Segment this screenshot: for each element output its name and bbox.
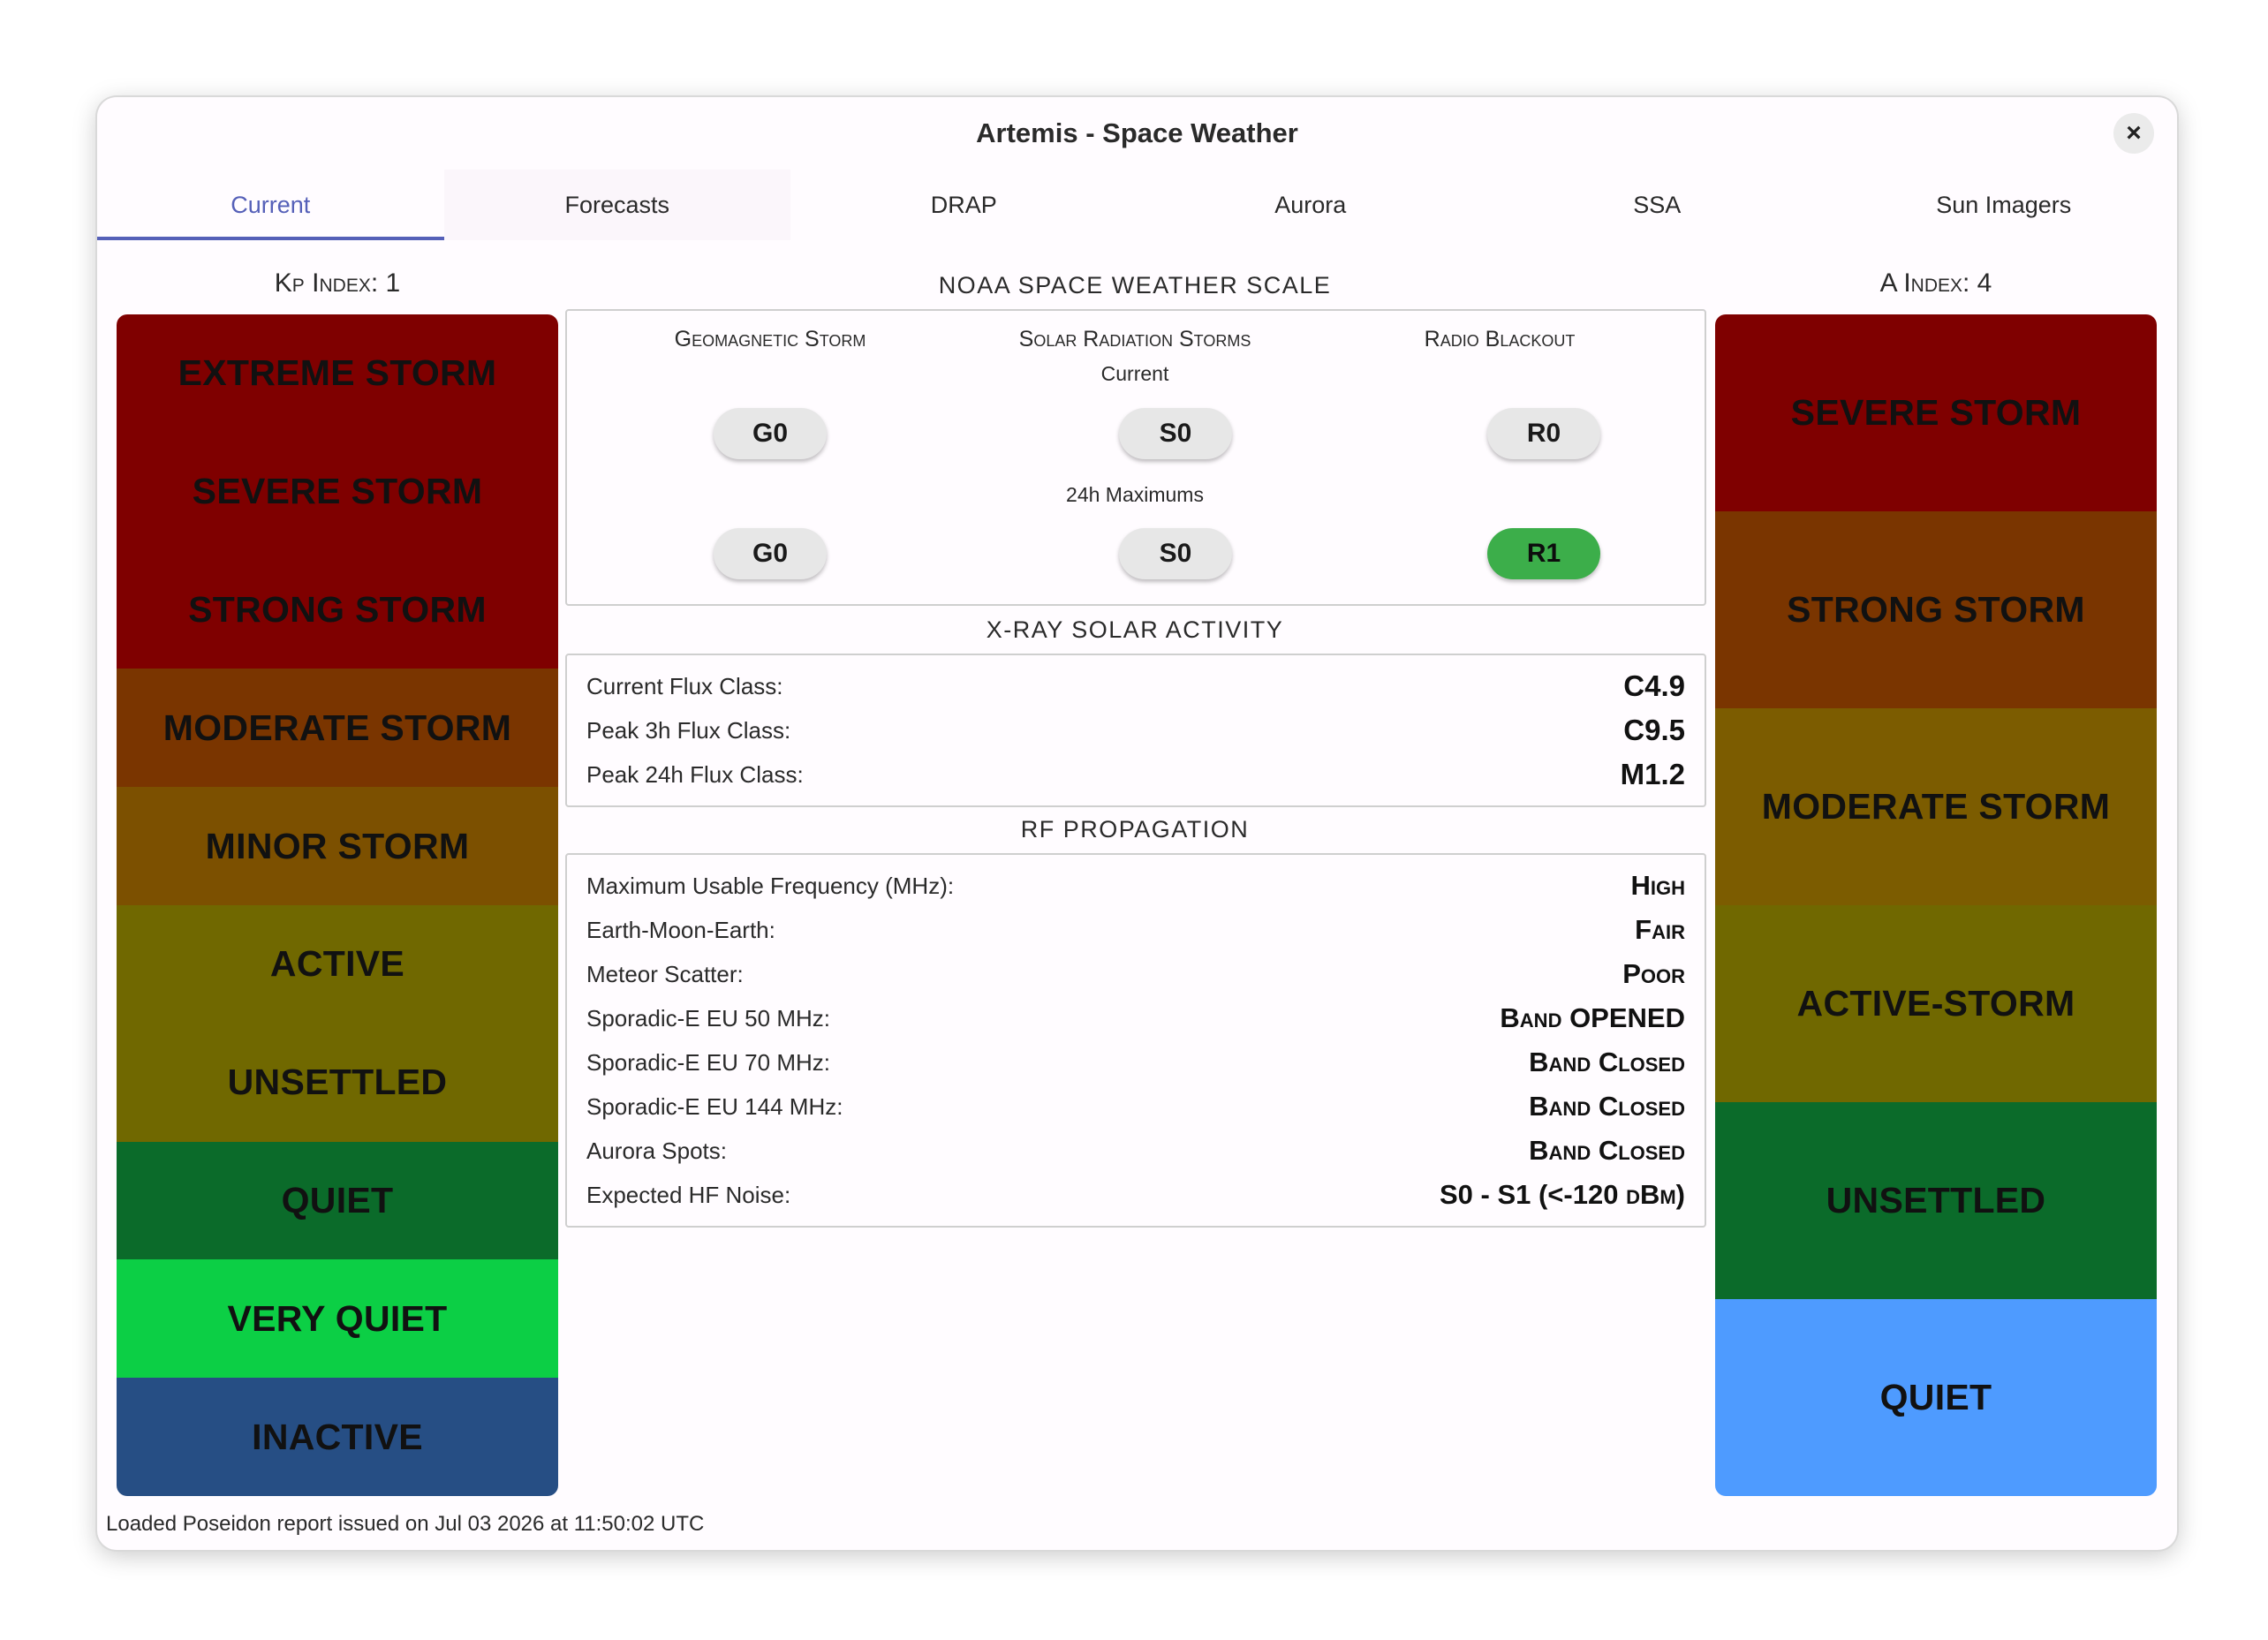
rf-row: Meteor Scatter: Poor — [586, 952, 1685, 996]
xray-row: Peak 3h Flux Class: C9.5 — [586, 708, 1685, 752]
rf-row-label: Sporadic-E EU 50 MHz: — [586, 1004, 830, 1032]
kp-scale-band: MODERATE STORM — [117, 669, 558, 788]
rf-row-value: Band Closed — [1529, 1135, 1685, 1166]
radio-blackout-max-badge: R1 — [1487, 528, 1600, 579]
rf-row: Aurora Spots: Band Closed — [586, 1129, 1685, 1173]
rf-row: Maximum Usable Frequency (MHz): High — [586, 864, 1685, 908]
kp-scale-band: ACTIVE — [117, 904, 558, 1024]
rf-row: Sporadic-E EU 144 MHz: Band Closed — [586, 1085, 1685, 1129]
a-index-scale-band: UNSETTLED — [1715, 1102, 2157, 1299]
a-index-scale: SEVERE STORM STRONG STORM MODERATE STORM AC… — [1715, 314, 2157, 1496]
xray-title: X-RAY SOLAR ACTIVITY — [986, 616, 1284, 643]
noaa-scale-panel: Geomagnetic Storm Solar Radiation Storms… — [565, 309, 1706, 606]
rf-row-value: Poor — [1622, 958, 1685, 989]
tab-ssa[interactable]: SSA — [1484, 170, 1831, 240]
a-index-scale-band: QUIET — [1715, 1299, 2157, 1496]
kp-scale-band: QUIET — [117, 1141, 558, 1260]
max-24h-label: 24h Maximums — [1066, 483, 1204, 506]
kp-scale-band: STRONG STORM — [117, 550, 558, 669]
rf-row-value: High — [1630, 870, 1686, 901]
kp-scale-band: SEVERE STORM — [117, 432, 558, 551]
rf-row-label: Aurora Spots: — [586, 1137, 727, 1164]
rf-row-value: Fair — [1635, 914, 1685, 945]
kp-scale-band: UNSETTLED — [117, 1023, 558, 1142]
kp-scale-band: EXTREME STORM — [117, 314, 558, 433]
xray-row-label: Current Flux Class: — [586, 672, 783, 699]
tab-drap[interactable]: DRAP — [790, 170, 1138, 240]
rf-row-value: S0 - S1 (<-120 dBm) — [1439, 1179, 1685, 1210]
rf-row-label: Expected HF Noise: — [586, 1181, 791, 1208]
rf-row-label: Meteor Scatter: — [586, 960, 744, 987]
rf-row-label: Sporadic-E EU 144 MHz: — [586, 1092, 843, 1120]
rf-row: Expected HF Noise: S0 - S1 (<-120 dBm) — [586, 1173, 1685, 1217]
a-index-scale-band: SEVERE STORM — [1715, 314, 2157, 511]
xray-row-value: C4.9 — [1623, 669, 1685, 702]
tab-sun-imagers[interactable]: Sun Imagers — [1831, 170, 2178, 240]
solar-radiation-header: Solar Radiation Storms — [1018, 327, 1251, 351]
solar-radiation-max-badge: S0 — [1119, 528, 1232, 579]
xray-row-value: C9.5 — [1623, 714, 1685, 746]
tab-current[interactable]: Current — [97, 170, 444, 240]
rf-propagation-title: RF PROPAGATION — [1020, 816, 1250, 843]
a-index-scale-band: ACTIVE-STORM — [1715, 905, 2157, 1102]
xray-row-label: Peak 24h Flux Class: — [586, 760, 804, 788]
rf-row-value: Band Closed — [1529, 1047, 1685, 1077]
close-button[interactable]: × — [2113, 113, 2154, 154]
rf-propagation-panel: Maximum Usable Frequency (MHz): High Ear… — [565, 853, 1706, 1228]
rf-row: Sporadic-E EU 50 MHz: Band OPENED — [586, 996, 1685, 1040]
geomagnetic-max-badge: G0 — [714, 528, 827, 579]
rf-row-label: Earth-Moon-Earth: — [586, 916, 775, 943]
rf-row-label: Sporadic-E EU 70 MHz: — [586, 1048, 830, 1076]
a-index-scale-band: MODERATE STORM — [1715, 708, 2157, 905]
tab-bar: Current Forecasts DRAP Aurora SSA Sun Im… — [97, 170, 2177, 240]
tab-forecasts[interactable]: Forecasts — [443, 170, 790, 240]
tab-aurora[interactable]: Aurora — [1138, 170, 1485, 240]
kp-scale-band: INACTIVE — [117, 1378, 558, 1496]
xray-row-value: M1.2 — [1620, 758, 1685, 790]
rf-row-value: Band OPENED — [1500, 1002, 1685, 1033]
kp-scale-band: MINOR STORM — [117, 787, 558, 905]
status-bar: Loaded Poseidon report issued on Jul 03 … — [106, 1512, 705, 1536]
kp-scale-band: VERY QUIET — [117, 1259, 558, 1379]
rf-row-label: Maximum Usable Frequency (MHz): — [586, 872, 955, 899]
rf-row: Sporadic-E EU 70 MHz: Band Closed — [586, 1040, 1685, 1085]
xray-row: Current Flux Class: C4.9 — [586, 664, 1685, 708]
current-label: Current — [1100, 362, 1169, 385]
rf-row-value: Band Closed — [1529, 1091, 1685, 1122]
xray-row: Peak 24h Flux Class: M1.2 — [586, 752, 1685, 797]
window-title: Artemis - Space Weather — [976, 117, 1298, 148]
app-window: Artemis - Space Weather × Current Foreca… — [97, 97, 2177, 1550]
radio-blackout-current-badge: R0 — [1487, 408, 1600, 459]
xray-row-label: Peak 3h Flux Class: — [586, 716, 791, 744]
close-icon: × — [2126, 118, 2142, 147]
radio-blackout-header: Radio Blackout — [1424, 327, 1576, 351]
geomagnetic-storm-header: Geomagnetic Storm — [674, 327, 866, 351]
noaa-scale-title: NOAA SPACE WEATHER SCALE — [938, 272, 1332, 299]
title-bar: Artemis - Space Weather × — [97, 97, 2177, 170]
geomagnetic-current-badge: G0 — [714, 408, 827, 459]
rf-row: Earth-Moon-Earth: Fair — [586, 908, 1685, 952]
kp-scale: EXTREME STORM SEVERE STORM STRONG STORM MOD… — [117, 314, 558, 1496]
a-index-scale-band: STRONG STORM — [1715, 511, 2157, 708]
kp-index-label: Kp Index: 1 — [274, 268, 401, 298]
a-index-label: A Index: 4 — [1879, 268, 1992, 298]
xray-panel: Current Flux Class: C4.9 Peak 3h Flux Cl… — [565, 654, 1706, 807]
solar-radiation-current-badge: S0 — [1119, 408, 1232, 459]
